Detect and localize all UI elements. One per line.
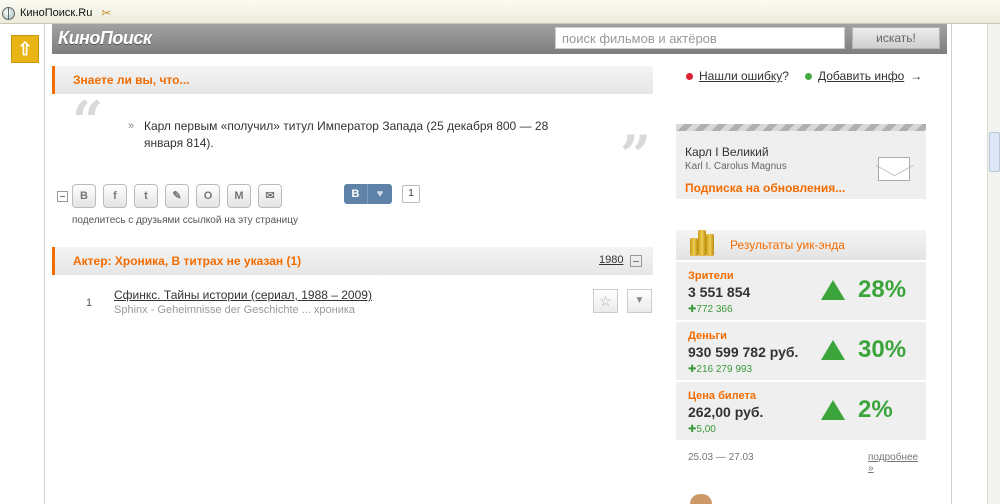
quote-close-icon: ” (620, 123, 652, 187)
weekend-block-money: Деньги 930 599 782 руб. ✚216 279 993 30% (676, 320, 926, 380)
stat-percent: 2% (858, 396, 893, 423)
browser-tab-title: КиноПоиск.Ru (20, 7, 93, 19)
add-info-link[interactable]: Добавить инфо → (805, 69, 922, 83)
subscribe-link[interactable]: Подписка на обновления... (685, 181, 845, 195)
year-link[interactable]: 1980 (599, 254, 623, 266)
coins-icon (688, 224, 718, 256)
arrow-right-icon: → (910, 69, 923, 83)
trivia-text: Карл первым «получил» титул Император За… (144, 119, 549, 150)
stat-label: Зрители (688, 270, 734, 282)
filmography-header: Актер: Хроника, В титрах не указан (1) (52, 247, 653, 275)
site-header: КиноПоиск искать! (52, 24, 947, 54)
browser-tab[interactable]: КиноПоиск.Ru ✂ (2, 4, 111, 22)
stat-label: Цена билета (688, 390, 756, 402)
facebook-icon[interactable]: f (103, 184, 127, 208)
report-error-link[interactable]: Нашли ошибку? (686, 69, 789, 83)
arrow-up-icon: ⇧ (17, 39, 33, 59)
share-buttons: В f t ✎ О М ✉ (57, 184, 289, 208)
collapse-share-icon[interactable] (57, 190, 68, 202)
scroll-to-top-button[interactable]: ⇧ (11, 35, 39, 63)
share-caption: поделитесь с друзьями ссылкой на эту стр… (72, 215, 298, 226)
twitter-icon[interactable]: t (134, 184, 158, 208)
film-menu-button[interactable]: ▼ (627, 289, 652, 313)
stat-value: 262,00 руб. (688, 404, 764, 420)
chevron-down-icon: ▼ (634, 295, 645, 306)
weekend-title: Результаты уик-энда (730, 238, 845, 252)
scrollbar-thumb[interactable] (989, 132, 1000, 172)
film-subtitle: Sphinx - Geheimnisse der Geschichte ... … (114, 304, 356, 316)
livejournal-icon[interactable]: ✎ (165, 184, 189, 208)
vk-like-button[interactable]: В ♥ (344, 184, 392, 204)
page-scrollbar[interactable] (987, 24, 1000, 504)
up-arrow-icon (821, 340, 845, 360)
report-error-label: Нашли ошибку (699, 69, 783, 83)
up-arrow-icon (821, 280, 845, 300)
site-logo[interactable]: КиноПоиск (58, 28, 152, 49)
vk-like-count: 1 (402, 185, 420, 203)
green-dot-icon (805, 72, 812, 80)
up-arrow-icon (821, 400, 845, 420)
odnoklassniki-icon[interactable]: О (196, 184, 220, 208)
weekend-header: Результаты уик-энда (676, 230, 926, 260)
collapse-section-icon[interactable] (630, 255, 642, 267)
rate-star-button[interactable]: ☆ (593, 289, 618, 313)
red-dot-icon (686, 72, 693, 80)
weekend-more-link[interactable]: подробнее » (868, 452, 926, 474)
film-title-link[interactable]: Сфинкс. Тайны истории (сериал, 1988 – 20… (114, 288, 372, 302)
did-you-know-header: Знаете ли вы, что... (52, 66, 653, 94)
person-original-name: Karl I. Carolus Magnus (685, 161, 787, 172)
double-chevron-icon: » (868, 463, 874, 474)
quote-open-icon: “ (72, 89, 104, 153)
email-icon[interactable]: ✉ (258, 184, 282, 208)
stat-value: 3 551 854 (688, 284, 751, 300)
star-icon: ☆ (599, 293, 612, 309)
vk-logo-icon: В (344, 184, 368, 204)
globe-icon (2, 6, 15, 20)
tab-close-icon[interactable]: ✂ (101, 6, 111, 20)
search-input[interactable] (555, 27, 845, 49)
stat-value: 930 599 782 руб. (688, 344, 799, 360)
trivia-fact: » Карл первым «получил» титул Император … (128, 118, 588, 152)
stat-delta: ✚5,00 (688, 424, 716, 435)
stat-label: Деньги (688, 330, 727, 342)
weekend-block-ticket-price: Цена билета 262,00 руб. ✚5,00 2% (676, 380, 926, 440)
stat-percent: 30% (858, 336, 907, 363)
browser-tab-bar: КиноПоиск.Ru ✂ (0, 0, 1000, 24)
film-number: 1 (86, 297, 93, 309)
weekend-results-widget: Результаты уик-энда Зрители 3 551 854 ✚7… (676, 230, 926, 474)
add-info-label: Добавить инфо (818, 69, 905, 83)
report-error-question: ? (782, 69, 789, 83)
envelope-icon[interactable] (878, 157, 910, 181)
person-name: Карл I Великий (685, 145, 769, 159)
vkontakte-icon[interactable]: В (72, 184, 96, 208)
stat-delta: ✚772 366 (688, 304, 733, 315)
stat-delta: ✚216 279 993 (688, 364, 753, 375)
heart-icon: ♥ (376, 188, 384, 200)
search-button[interactable]: искать! (852, 27, 940, 49)
bullet-icon: » (128, 120, 135, 132)
moimir-icon[interactable]: М (227, 184, 251, 208)
weekend-dates: 25.03 — 27.03 (688, 452, 754, 463)
stat-percent: 28% (858, 276, 907, 303)
person-subscription-box: Карл I Великий Karl I. Carolus Magnus По… (676, 124, 926, 199)
weekend-block-viewers: Зрители 3 551 854 ✚772 366 28% (676, 260, 926, 320)
